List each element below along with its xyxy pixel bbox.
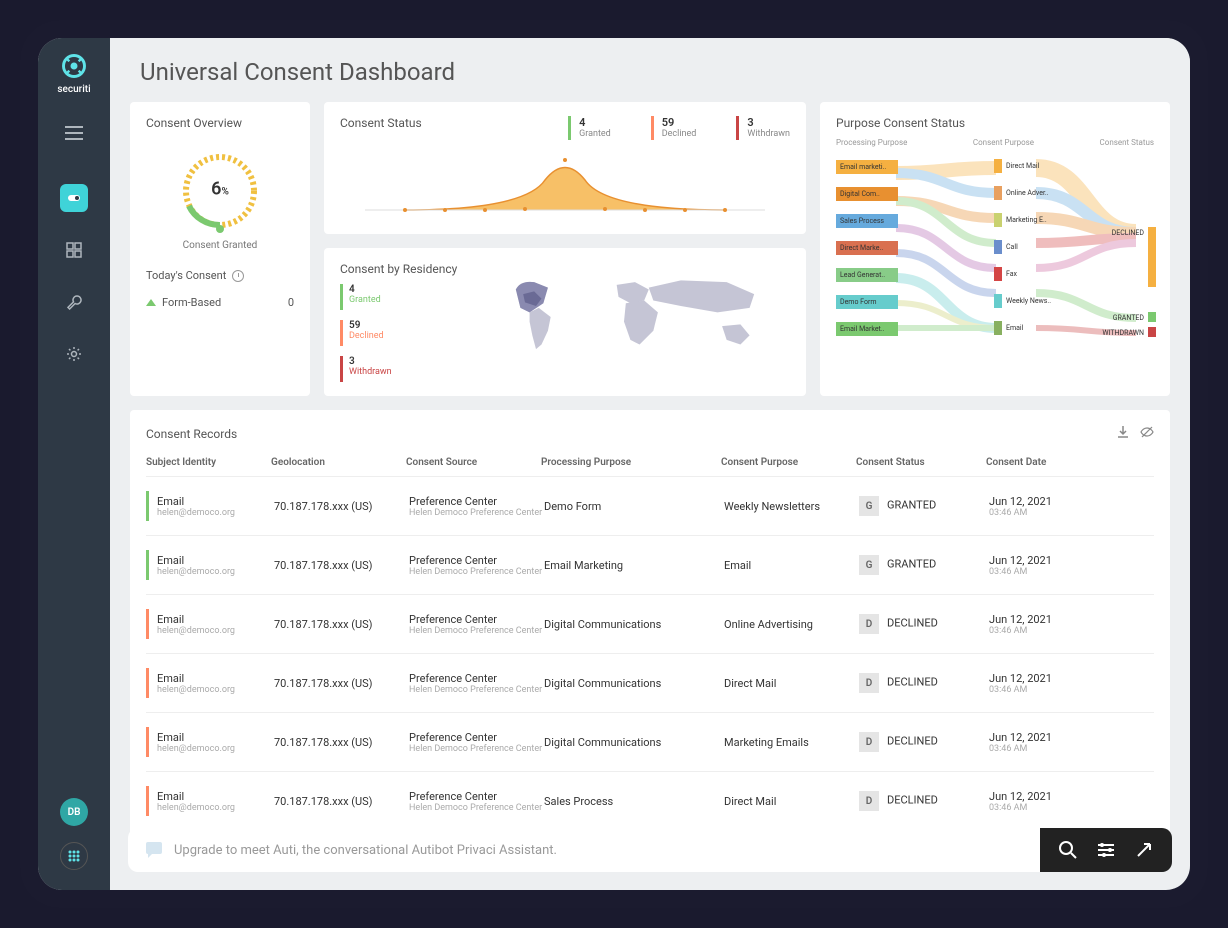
overview-title: Consent Overview — [146, 116, 242, 130]
residency-card: Consent by Residency 4Granted 59Declined 3… — [324, 248, 806, 396]
svg-text:Lead Generat..: Lead Generat.. — [840, 271, 885, 279]
assistant-placeholder: Upgrade to meet Auti, the conversational… — [174, 843, 557, 858]
chat-icon — [144, 840, 164, 860]
svg-text:Email: Email — [1006, 324, 1024, 332]
footer-bar: Upgrade to meet Auti, the conversational… — [128, 828, 1172, 872]
expand-icon[interactable] — [1134, 840, 1154, 860]
gauge-pct: % — [221, 186, 228, 197]
svg-text:Fax: Fax — [1006, 270, 1018, 278]
svg-text:GRANTED: GRANTED — [1113, 314, 1145, 322]
residency-stat: 59Declined — [340, 320, 460, 346]
table-row[interactable]: Emailhelen@democo.org 70.187.178.xxx (US… — [146, 771, 1154, 830]
search-icon[interactable] — [1058, 840, 1078, 860]
brand-name: securiti — [57, 84, 90, 95]
nav-tools[interactable] — [60, 288, 88, 316]
purpose-col2: Consent Purpose — [973, 138, 1034, 147]
records-card: Consent Records Subject Identity Geoloca… — [130, 410, 1170, 844]
svg-text:Weekly News..: Weekly News.. — [1006, 297, 1051, 305]
status-stat: 59Declined — [651, 116, 697, 140]
svg-text:Direct Marke..: Direct Marke.. — [840, 244, 883, 252]
status-stat: 3Withdrawn — [736, 116, 790, 140]
svg-text:Sales Process: Sales Process — [840, 217, 884, 225]
residency-stat: 4Granted — [340, 284, 460, 310]
svg-text:Marketing E..: Marketing E.. — [1006, 216, 1047, 224]
overview-card: Consent Overview 6% Consent Granted Toda… — [130, 102, 310, 396]
status-title: Consent Status — [340, 116, 422, 130]
svg-text:WITHDRAWN: WITHDRAWN — [1102, 329, 1144, 337]
purpose-title: Purpose Consent Status — [836, 116, 1154, 130]
sidebar: securiti DB — [38, 38, 110, 890]
gauge-value: 6 — [211, 178, 221, 199]
svg-text:Digital Com..: Digital Com.. — [840, 190, 880, 198]
nav-settings[interactable] — [60, 340, 88, 368]
purpose-card: Purpose Consent Status Processing Purpos… — [820, 102, 1170, 396]
purpose-col1: Processing Purpose — [836, 138, 907, 147]
assistant-input[interactable]: Upgrade to meet Auti, the conversational… — [128, 828, 1040, 872]
apps-icon[interactable] — [60, 842, 88, 870]
residency-title: Consent by Residency — [340, 262, 460, 276]
user-avatar[interactable]: DB — [60, 798, 88, 826]
purpose-col3: Consent Status — [1100, 138, 1154, 147]
nav-dashboard[interactable] — [60, 236, 88, 264]
filters-icon[interactable] — [1096, 840, 1116, 860]
sankey-chart: Email marketi.. Digital Com.. Sales Proces… — [836, 153, 1156, 353]
gauge-label: Consent Granted — [183, 240, 258, 251]
svg-text:Demo Form: Demo Form — [840, 298, 876, 306]
table-header: Subject Identity Geolocation Consent Sou… — [146, 457, 1154, 476]
table-row[interactable]: Emailhelen@democo.org 70.187.178.xxx (US… — [146, 476, 1154, 535]
download-icon[interactable] — [1116, 424, 1130, 443]
table-row[interactable]: Emailhelen@democo.org 70.187.178.xxx (US… — [146, 653, 1154, 712]
consent-gauge: 6% — [175, 146, 265, 236]
status-card: Consent Status 4Granted 59Declined 3Withdr… — [324, 102, 806, 234]
records-title: Consent Records — [146, 427, 237, 441]
up-arrow-icon — [146, 299, 156, 306]
svg-text:Email marketi..: Email marketi.. — [840, 163, 886, 171]
svg-text:Call: Call — [1006, 243, 1018, 251]
table-row[interactable]: Emailhelen@democo.org 70.187.178.xxx (US… — [146, 712, 1154, 771]
visibility-off-icon[interactable] — [1140, 424, 1154, 443]
status-stat: 4Granted — [568, 116, 611, 140]
today-value: 0 — [288, 296, 294, 309]
menu-toggle[interactable] — [65, 125, 83, 144]
svg-text:DECLINED: DECLINED — [1112, 229, 1145, 237]
today-title: Today's Consent — [146, 269, 294, 282]
svg-text:Email Market..: Email Market.. — [840, 325, 885, 333]
nav-consent[interactable] — [60, 184, 88, 212]
table-row[interactable]: Emailhelen@democo.org 70.187.178.xxx (US… — [146, 594, 1154, 653]
page-title: Universal Consent Dashboard — [110, 38, 1190, 102]
clock-icon — [232, 270, 244, 282]
today-item: Form-Based — [162, 296, 221, 309]
brand-logo: securiti — [57, 52, 90, 95]
table-row[interactable]: Emailhelen@democo.org 70.187.178.xxx (US… — [146, 535, 1154, 594]
svg-text:Online Adver..: Online Adver.. — [1006, 189, 1049, 197]
status-chart — [340, 150, 790, 220]
world-map — [480, 262, 790, 372]
residency-stat: 3Withdrawn — [340, 356, 460, 382]
svg-text:Direct Mail: Direct Mail — [1006, 162, 1040, 170]
